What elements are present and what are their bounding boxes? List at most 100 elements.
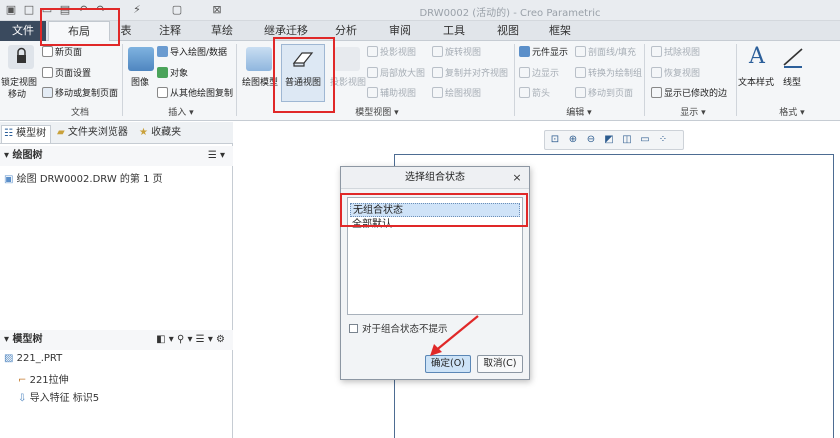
- text-style-button[interactable]: 文本样式: [738, 77, 774, 89]
- object-icon: [157, 67, 168, 78]
- projection-view-small[interactable]: 投影视图: [367, 46, 416, 59]
- tab-review[interactable]: 审阅: [378, 21, 422, 41]
- lock-view-line1[interactable]: 锁定视图: [1, 77, 37, 89]
- page-setup-icon: [42, 67, 53, 78]
- tab-annotate[interactable]: 注释: [150, 21, 190, 41]
- resume-view-button[interactable]: 恢复视图: [651, 67, 700, 80]
- convert-icon: [575, 67, 586, 78]
- general-view-button[interactable]: 普通视图: [281, 44, 325, 102]
- erase-view-button[interactable]: 拭除视图: [651, 46, 700, 59]
- detail-view-button[interactable]: 局部放大图: [367, 67, 425, 80]
- image-button[interactable]: 图像: [131, 77, 149, 89]
- resume-view-icon: [651, 67, 662, 78]
- move-to-page-button[interactable]: 移动到页面: [575, 87, 633, 100]
- convert-draft-group-button[interactable]: 转换为绘制组: [575, 67, 642, 80]
- auxiliary-view-button[interactable]: 辅助视图: [367, 87, 416, 100]
- tab-table[interactable]: 表: [112, 21, 140, 41]
- import-drawing-button[interactable]: 导入绘图/数据: [157, 46, 227, 59]
- combined-state-list[interactable]: 无组合状态 全部默认: [347, 197, 523, 315]
- tab-layout[interactable]: 布局: [48, 21, 110, 41]
- extrude-icon: ⌐: [18, 375, 27, 386]
- tab-legacy-migration[interactable]: 继承迁移: [254, 21, 318, 41]
- refit-icon[interactable]: ⊡: [549, 134, 561, 146]
- tree-settings-icon[interactable]: ☰ ▾: [208, 146, 225, 166]
- insert-group-label: 插入 ▾: [168, 108, 194, 118]
- lock-icon[interactable]: [8, 45, 34, 69]
- copy-from-other-button[interactable]: 从其他绘图复制: [157, 87, 233, 100]
- left-panel: ☷ 模型树 ▰ 文件夹浏览器 ★ 收藏夹 ▾ 绘图树 ☰ ▾ ▣ 绘图 DRW00…: [0, 122, 233, 438]
- window-title: DRW0002 (活动的) - Creo Parametric: [419, 8, 601, 19]
- copy-align-view-button[interactable]: 复制并对齐视图: [432, 67, 508, 80]
- tab-file[interactable]: 文件: [0, 21, 46, 41]
- no-prompt-checkbox[interactable]: [349, 324, 358, 333]
- move-to-page-icon: [575, 87, 586, 98]
- lock-view-line2[interactable]: 移动: [8, 89, 26, 101]
- model-tree-tools-icon[interactable]: ◧ ▾ ⚲ ▾ ☰ ▾ ⚙: [156, 330, 225, 350]
- revolved-view-icon: [432, 46, 443, 57]
- new-page-icon: [42, 46, 53, 57]
- detail-view-icon: [367, 67, 378, 78]
- drawing-view-button[interactable]: 绘图视图: [432, 87, 481, 100]
- new-page-button[interactable]: 新页面: [42, 46, 82, 59]
- panel-tabs: ☷ 模型树 ▰ 文件夹浏览器 ★ 收藏夹: [0, 122, 233, 144]
- list-item[interactable]: 全部默认: [350, 218, 520, 232]
- drawing-tree-item[interactable]: ▣ 绘图 DRW0002.DRW 的第 1 页: [4, 170, 163, 185]
- select-combined-state-dialog: 选择组合状态 × 无组合状态 全部默认 对于组合状态不提示 确定(O) 取消(C…: [340, 166, 530, 380]
- model-tree-item-import[interactable]: ⇩ 导入特征 标识5: [18, 389, 99, 404]
- tab-analysis[interactable]: 分析: [324, 21, 368, 41]
- model-tree-item-part[interactable]: ▨ 221_.PRT: [4, 353, 62, 364]
- edge-display-button[interactable]: 边显示: [519, 67, 559, 80]
- cancel-button[interactable]: 取消(C): [477, 355, 523, 373]
- element-display-icon: [519, 46, 530, 57]
- tab-frame[interactable]: 框架: [540, 21, 580, 41]
- saved-views-icon[interactable]: ▭: [639, 134, 651, 146]
- model-tree-icon: ☷: [4, 128, 13, 139]
- hatch-fill-button[interactable]: 剖面线/填充: [575, 46, 636, 59]
- tab-sketch[interactable]: 草绘: [200, 21, 244, 41]
- line-style-icon[interactable]: [780, 45, 806, 69]
- image-icon[interactable]: [128, 47, 154, 71]
- import-feature-icon: ⇩: [18, 393, 27, 404]
- text-style-icon[interactable]: A: [744, 45, 770, 69]
- zoom-in-icon[interactable]: ⊕: [567, 134, 579, 146]
- revolved-view-button[interactable]: 旋转视图: [432, 46, 481, 59]
- close-icon[interactable]: ×: [511, 171, 523, 185]
- zoom-out-icon[interactable]: ⊖: [585, 134, 597, 146]
- general-view-icon: [290, 47, 316, 71]
- ribbon: 锁定视图 移动 新页面 页面设置 移动或复制页面 文档 图像 导入绘图/数据 对…: [0, 41, 840, 121]
- drawing-model-button[interactable]: 绘图模型: [242, 77, 278, 89]
- projection-view-button[interactable]: 投影视图: [330, 77, 366, 89]
- line-style-button[interactable]: 线型: [783, 77, 801, 89]
- dialog-title: 选择组合状态: [341, 167, 529, 189]
- display-style-icon[interactable]: ◫: [621, 134, 633, 146]
- tab-model-tree[interactable]: ☷ 模型树: [1, 125, 51, 143]
- tab-folder-browser[interactable]: ▰ 文件夹浏览器: [55, 125, 133, 143]
- graphics-area[interactable]: ⊡ ⊕ ⊖ ◩ ◫ ▭ ⁘: [234, 122, 840, 438]
- show-modified-edges-button[interactable]: 显示已修改的边: [651, 87, 727, 100]
- copy-from-icon: [157, 87, 168, 98]
- no-prompt-checkbox-row[interactable]: 对于组合状态不提示: [349, 321, 448, 335]
- tab-favorites[interactable]: ★ 收藏夹: [137, 125, 187, 143]
- drawing-model-icon[interactable]: [246, 47, 272, 71]
- edit-group-label: 编辑 ▾: [566, 108, 592, 118]
- title-bar: ▣ □ ▭ ▤ ↶ ↷ ⚡ ▢ ⊠ DRW0002 (活动的) - Creo P…: [0, 0, 840, 21]
- auxiliary-view-icon: [367, 87, 378, 98]
- repaint-icon[interactable]: ◩: [603, 134, 615, 146]
- move-copy-page-button[interactable]: 移动或复制页面: [42, 87, 118, 100]
- model-tree-item-extrude[interactable]: ⌐ 221拉伸: [18, 371, 69, 386]
- drawing-tree-header[interactable]: ▾ 绘图树 ☰ ▾: [0, 146, 233, 166]
- projection-view-icon[interactable]: [334, 47, 360, 71]
- copy-align-icon: [432, 67, 443, 78]
- import-icon: [157, 46, 168, 57]
- page-setup-button[interactable]: 页面设置: [42, 67, 91, 80]
- tab-tools[interactable]: 工具: [432, 21, 476, 41]
- object-button[interactable]: 对象: [157, 67, 188, 80]
- model-tree-header[interactable]: ▾ 模型树 ◧ ▾ ⚲ ▾ ☰ ▾ ⚙: [0, 330, 233, 350]
- annotation-display-icon[interactable]: ⁘: [657, 134, 669, 146]
- ok-button[interactable]: 确定(O): [425, 355, 471, 373]
- arrow-button[interactable]: 箭头: [519, 87, 550, 100]
- tab-view[interactable]: 视图: [486, 21, 530, 41]
- hatch-icon: [575, 46, 586, 57]
- element-display-button[interactable]: 元件显示: [519, 46, 568, 59]
- list-item[interactable]: 无组合状态: [350, 203, 520, 217]
